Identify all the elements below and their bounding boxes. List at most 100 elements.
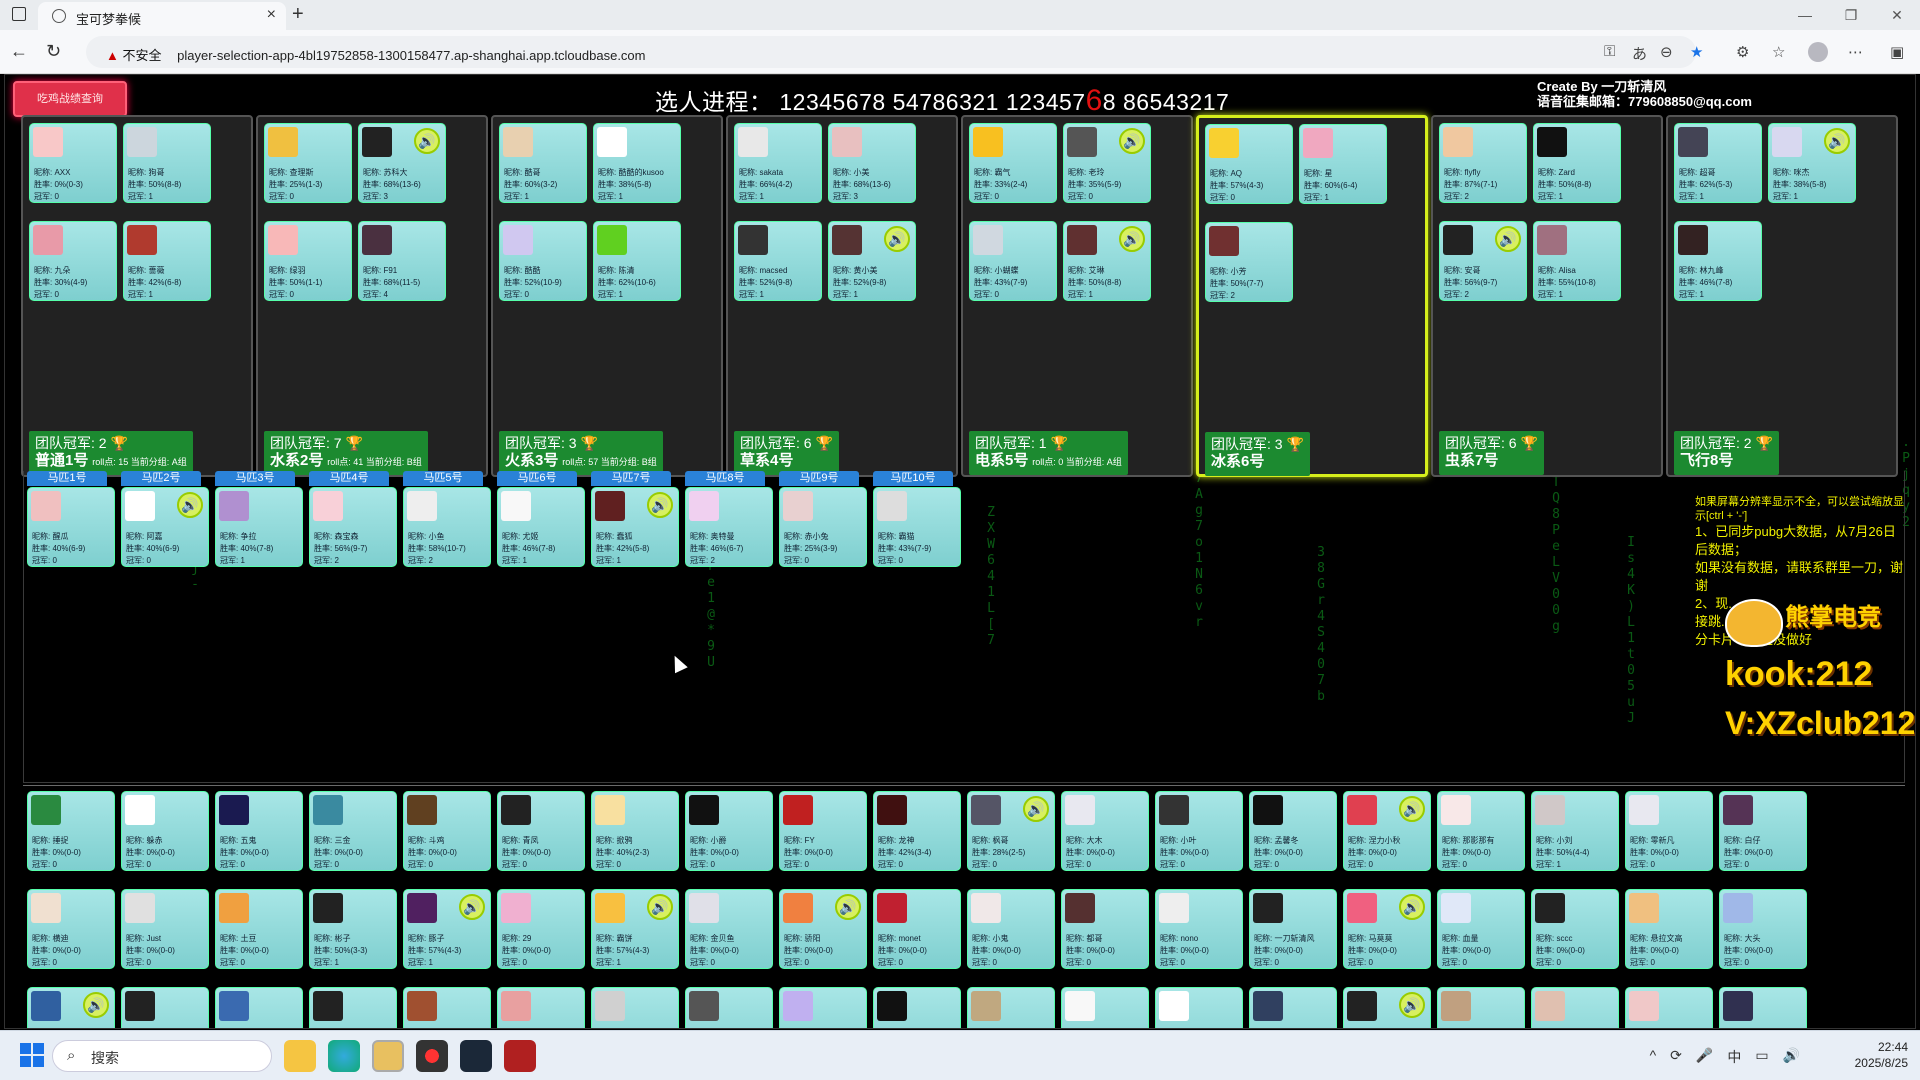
security-warning[interactable]: ▲ 不安全 [106, 48, 162, 63]
back-icon[interactable]: ← [10, 41, 28, 62]
player-card[interactable]: 🔊 昵称: 黄小美 胜率: 52%(9-8) 冠军: 1 [828, 221, 916, 301]
player-card[interactable]: 昵称: 折一道胜率: 0%(0-0)冠军: 0 [1719, 987, 1807, 1028]
player-card[interactable]: 昵称: 九朵 胜率: 30%(4-9) 冠军: 0 [29, 221, 117, 301]
player-card[interactable]: 昵称: ququ胜率: 0%(0-0)冠军: 0 [1249, 987, 1337, 1028]
player-card[interactable]: 昵称: 斗鸡 胜率: 0%(0-0) 冠军: 0 [403, 791, 491, 871]
player-card[interactable]: 昵称: 小鬼 胜率: 0%(0-0) 冠军: 0 [967, 889, 1055, 969]
player-card[interactable]: 昵称: 陈清 胜率: 62%(10-6) 冠军: 1 [593, 221, 681, 301]
player-card[interactable]: 昵称: Zard 胜率: 50%(8-8) 冠军: 1 [1533, 123, 1621, 203]
player-card[interactable]: 昵称: 洪洪胜率: 0%(0-0)冠军: 0 [1531, 987, 1619, 1028]
player-card[interactable]: 昵称: nono 胜率: 0%(0-0) 冠军: 0 [1155, 889, 1243, 969]
team-column[interactable]: 昵称: AQ 胜率: 57%(4-3) 冠军: 0 昵称: 星胜率: 60%(6-4)… [1196, 115, 1428, 477]
player-card[interactable]: 🔊 昵称: 枫哥 胜率: 28%(2-5) 冠军: 0 [967, 791, 1055, 871]
player-card[interactable]: 昵称: 零新凡 胜率: 0%(0-0) 冠军: 0 [1625, 791, 1713, 871]
maximize-button[interactable]: ❐ [1828, 0, 1874, 30]
player-card[interactable]: 昵称: 掀鸦 胜率: 40%(2-3) 冠军: 0 [591, 791, 679, 871]
team-column[interactable]: 昵称: 酷哥 胜率: 60%(3-2) 冠军: 1 昵称: 酷酷的kusoo 胜率: 3… [491, 115, 723, 477]
player-card[interactable]: 昵称: sakata 胜率: 66%(4-2) 冠军: 1 [734, 123, 822, 203]
player-card[interactable]: 昵称: 小蝴蝶 胜率: 43%(7-9) 冠军: 0 [969, 221, 1057, 301]
zoom-icon[interactable]: ⊖ [1660, 43, 1673, 61]
player-card[interactable]: 昵称: 躲赤 胜率: 0%(0-0) 冠军: 0 [121, 791, 209, 871]
player-card[interactable]: 🔊 昵称: 豚子 胜率: 57%(4-3) 冠军: 1 [403, 889, 491, 969]
voice-speaker-icon[interactable]: 🔊 [1399, 992, 1425, 1018]
sidebar-icon[interactable]: ▣ [1890, 43, 1904, 61]
player-card[interactable]: 昵称: 森宝森 胜率: 56%(9-7) 冠军: 2 [309, 487, 397, 567]
player-card[interactable]: 昵称: AXX 胜率: 0%(0-3) 冠军: 0 [29, 123, 117, 203]
player-card[interactable]: 昵称: 大道一胜率: 0%(0-0)冠军: 0 [967, 987, 1055, 1028]
windows-start-icon[interactable] [20, 1043, 44, 1067]
player-card[interactable]: 昵称: 一刀斩清风 胜率: 0%(0-0) 冠军: 0 [1249, 889, 1337, 969]
player-card[interactable]: 🔊 昵称: 阿嘉 胜率: 40%(6-9) 冠军: 0 [121, 487, 209, 567]
player-card[interactable]: 昵称: 佳嘉胜率: 0%(0-0)冠军: 0 [1155, 987, 1243, 1028]
tray-sync-icon[interactable]: ⟳ [1670, 1047, 1682, 1067]
player-card[interactable]: 🔊昵称: 潘子胜率: 0%(0-0)冠军: 0 [1343, 987, 1431, 1028]
minimize-button[interactable]: — [1782, 0, 1828, 30]
player-card[interactable]: 昵称: 五鬼 胜率: 0%(0-0) 冠军: 0 [215, 791, 303, 871]
player-card[interactable]: 昵称: 争拉 胜率: 40%(7-8) 冠军: 1 [215, 487, 303, 567]
browser-tab[interactable]: 宝可梦拳候 × [38, 2, 286, 30]
player-card[interactable]: 昵称: 彬子 胜率: 50%(3-3) 冠军: 1 [309, 889, 397, 969]
tray-mic-icon[interactable]: 🎤 [1696, 1047, 1713, 1067]
player-card[interactable]: 昵称: csy哥胜率: 0%(0-0)冠军: 0 [403, 987, 491, 1028]
player-card[interactable]: 昵称: 孟馨冬 胜率: 0%(0-0) 冠军: 0 [1249, 791, 1337, 871]
player-card[interactable]: 昵称: 爽球胜率: 0%(0-0)冠军: 0 [591, 987, 679, 1028]
voice-speaker-icon[interactable]: 🔊 [1495, 226, 1521, 252]
player-card[interactable]: 昵称: 查理斯 胜率: 25%(1-3) 冠军: 0 [264, 123, 352, 203]
player-card[interactable]: 昵称: 绿羽 胜率: 50%(1-1) 冠军: 0 [264, 221, 352, 301]
player-card[interactable]: 🔊 昵称: 艾琳 胜率: 50%(8-8) 冠军: 1 [1063, 221, 1151, 301]
tray-volume-icon[interactable]: 🔊 [1783, 1047, 1800, 1067]
player-card[interactable]: 昵称: 青凤 胜率: 0%(0-0) 冠军: 0 [497, 791, 585, 871]
player-card[interactable]: 昵称: 小鱼 胜率: 58%(10-7) 冠军: 2 [403, 487, 491, 567]
voice-speaker-icon[interactable]: 🔊 [177, 492, 203, 518]
player-card[interactable]: 昵称: AQ 胜率: 57%(4-3) 冠军: 0 [1205, 124, 1293, 204]
favorites-icon[interactable]: ☆ [1772, 43, 1785, 61]
player-card[interactable]: 昵称: 林九峰 胜率: 46%(7-8) 冠军: 1 [1674, 221, 1762, 301]
player-card[interactable]: 昵称: Just 胜率: 0%(0-0) 冠军: 0 [121, 889, 209, 969]
player-card[interactable]: 昵称: 先明胜率: 0%(0-0)冠军: 0 [1625, 987, 1713, 1028]
more-icon[interactable]: ⋯ [1848, 43, 1863, 61]
player-card[interactable]: 昵称: 那影那有 胜率: 0%(0-0) 冠军: 0 [1437, 791, 1525, 871]
player-card[interactable]: 昵称: 中华毅力哥胜率: 0%(0-0)冠军: 0 [1437, 987, 1525, 1028]
player-card[interactable]: 昵称: flyfly 胜率: 87%(7-1) 冠军: 2 [1439, 123, 1527, 203]
player-card[interactable]: 昵称: sccc 胜率: 0%(0-0) 冠军: 0 [1531, 889, 1619, 969]
translate-icon[interactable]: あ [1632, 43, 1647, 64]
player-card[interactable]: 昵称: Alisa 胜率: 55%(10-8) 冠军: 1 [1533, 221, 1621, 301]
voice-speaker-icon[interactable]: 🔊 [1119, 226, 1145, 252]
player-card[interactable]: 🔊昵称: ok林仔胜率: 0%(0-0)冠军: 0 [27, 987, 115, 1028]
favorite-star-icon[interactable]: ★ [1690, 43, 1703, 61]
player-card[interactable]: 昵称: 天天胜率: 0%(0-0)冠军: 0 [215, 987, 303, 1028]
clock[interactable]: 22:44 2025/8/25 [1855, 1039, 1908, 1071]
close-window-button[interactable]: ✕ [1874, 0, 1920, 30]
player-card[interactable]: 昵称: 金贝鱼 胜率: 0%(0-0) 冠军: 0 [685, 889, 773, 969]
player-card[interactable]: 昵称: 酷哥 胜率: 60%(3-2) 冠军: 1 [499, 123, 587, 203]
voice-speaker-icon[interactable]: 🔊 [1824, 128, 1850, 154]
player-card[interactable]: 🔊 昵称: 蠢狐 胜率: 42%(5-8) 冠军: 1 [591, 487, 679, 567]
player-card[interactable]: 昵称: 土豆 胜率: 0%(0-0) 冠军: 0 [215, 889, 303, 969]
voice-speaker-icon[interactable]: 🔊 [647, 492, 673, 518]
player-card[interactable]: 昵称: F91 胜率: 68%(11-5) 冠军: 4 [358, 221, 446, 301]
tray-ime-icon[interactable]: 中 [1727, 1047, 1741, 1067]
player-card[interactable]: 🔊 昵称: 霸饼 胜率: 57%(4-3) 冠军: 1 [591, 889, 679, 969]
team-column[interactable]: 昵称: 超哥 胜率: 62%(5-3) 冠军: 1 🔊 昵称: 咪杰 胜率: 38%(5-… [1666, 115, 1898, 477]
voice-speaker-icon[interactable]: 🔊 [1399, 894, 1425, 920]
player-card[interactable]: 昵称: 小羊胜率: 0%(0-0)冠军: 0 [121, 987, 209, 1028]
player-card[interactable]: 昵称: 小美 胜率: 68%(13-6) 冠军: 3 [828, 123, 916, 203]
file-explorer-icon[interactable] [284, 1040, 316, 1072]
team-column[interactable]: 昵称: flyfly 胜率: 87%(7-1) 冠军: 2 昵称: Zard 胜率: 5… [1431, 115, 1663, 477]
voice-speaker-icon[interactable]: 🔊 [83, 992, 109, 1018]
player-card[interactable]: 昵称: 五头胜率: 0%(0-0)冠军: 0 [685, 987, 773, 1028]
voice-speaker-icon[interactable]: 🔊 [1023, 796, 1049, 822]
app-record-icon[interactable] [416, 1040, 448, 1072]
player-card[interactable]: 昵称: 29 胜率: 0%(0-0) 冠军: 0 [497, 889, 585, 969]
player-card[interactable]: 昵称: 赤小兔 胜率: 25%(3-9) 冠军: 0 [779, 487, 867, 567]
player-card[interactable]: 🔊 昵称: 老玲 胜率: 35%(5-9) 冠军: 0 [1063, 123, 1151, 203]
player-card[interactable]: 🔊 昵称: 苏科大 胜率: 68%(13-6) 冠军: 3 [358, 123, 446, 203]
voice-speaker-icon[interactable]: 🔊 [459, 894, 485, 920]
player-card[interactable]: 昵称: 超哥 胜率: 62%(5-3) 冠军: 1 [1674, 123, 1762, 203]
voice-speaker-icon[interactable]: 🔊 [414, 128, 440, 154]
player-card[interactable]: 🔊 昵称: 马莫莫 胜率: 0%(0-0) 冠军: 0 [1343, 889, 1431, 969]
player-card[interactable]: 昵称: 悬拉文高 胜率: 0%(0-0) 冠军: 0 [1625, 889, 1713, 969]
steam-icon[interactable] [460, 1040, 492, 1072]
player-card[interactable]: 昵称: 狗哥 胜率: 50%(8-8) 冠军: 1 [123, 123, 211, 203]
voice-speaker-icon[interactable]: 🔊 [835, 894, 861, 920]
